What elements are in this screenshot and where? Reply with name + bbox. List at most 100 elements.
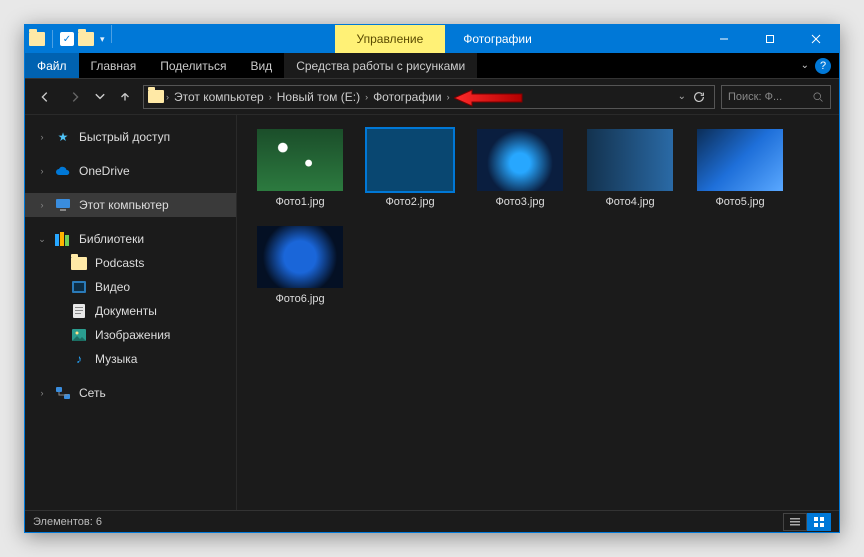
file-name-label: Фото2.jpg xyxy=(385,196,434,208)
minimize-button[interactable] xyxy=(701,25,747,53)
folder-icon xyxy=(71,255,87,271)
window-title: Фотографии xyxy=(445,25,701,53)
ribbon-collapse-caret[interactable]: ⌄ xyxy=(801,60,809,71)
qat-newfolder-icon[interactable] xyxy=(78,32,94,46)
sidebar-item-documents[interactable]: ›Документы xyxy=(25,299,236,323)
back-button[interactable] xyxy=(33,85,57,109)
navigation-pane: › ★ Быстрый доступ › OneDrive › Этот ком… xyxy=(25,115,237,510)
search-placeholder: Поиск: Ф... xyxy=(728,91,782,103)
search-box[interactable]: Поиск: Ф... xyxy=(721,85,831,109)
pictures-icon xyxy=(71,327,87,343)
breadcrumb-folder[interactable]: Фотографии xyxy=(370,90,445,104)
file-thumbnail xyxy=(587,129,673,191)
music-icon: ♪ xyxy=(71,351,87,367)
star-icon: ★ xyxy=(55,129,71,145)
sidebar-label: Podcasts xyxy=(95,256,144,270)
maximize-button[interactable] xyxy=(747,25,793,53)
forward-button[interactable] xyxy=(63,85,87,109)
sidebar-item-music[interactable]: ›♪Музыка xyxy=(25,347,236,371)
sidebar-label: Видео xyxy=(95,280,130,294)
breadcrumb-separator: › xyxy=(447,92,450,102)
file-thumbnail xyxy=(477,129,563,191)
address-folder-icon xyxy=(148,90,164,103)
sidebar-label: Быстрый доступ xyxy=(79,130,170,144)
qat-properties-icon[interactable]: ✓ xyxy=(60,32,74,46)
file-thumbnail xyxy=(367,129,453,191)
cloud-icon xyxy=(55,163,71,179)
ribbon-right: ⌄ ? xyxy=(793,53,839,78)
sidebar-label: OneDrive xyxy=(79,164,130,178)
sidebar-label: Библиотеки xyxy=(79,232,144,246)
file-item[interactable]: Фото1.jpg xyxy=(257,129,343,208)
help-icon[interactable]: ? xyxy=(815,58,831,74)
tab-file[interactable]: Файл xyxy=(25,53,79,78)
refresh-icon[interactable] xyxy=(692,90,706,104)
sidebar-item-pictures[interactable]: ›Изображения xyxy=(25,323,236,347)
quick-access-toolbar: ✓ ▾ xyxy=(25,25,109,53)
tab-picture-tools[interactable]: Средства работы с рисунками xyxy=(284,53,477,78)
file-item[interactable]: Фото3.jpg xyxy=(477,129,563,208)
content-pane[interactable]: Фото1.jpg Фото2.jpg Фото3.jpg Фото4.jpg Фото… xyxy=(237,115,839,510)
file-item[interactable]: Фото4.jpg xyxy=(587,129,673,208)
window-controls xyxy=(701,25,839,53)
breadcrumb-separator: › xyxy=(166,92,169,102)
app-icon xyxy=(29,32,45,46)
titlebar-separator xyxy=(111,25,112,43)
file-name-label: Фото4.jpg xyxy=(605,196,654,208)
ribbon: Файл Главная Поделиться Вид Средства раб… xyxy=(25,53,839,79)
sidebar-item-videos[interactable]: ›Видео xyxy=(25,275,236,299)
sidebar-label: Музыка xyxy=(95,352,137,366)
file-name-label: Фото3.jpg xyxy=(495,196,544,208)
breadcrumb-thispc[interactable]: Этот компьютер xyxy=(171,90,267,104)
tab-share[interactable]: Поделиться xyxy=(148,53,238,78)
network-icon xyxy=(55,385,71,401)
document-icon xyxy=(71,303,87,319)
breadcrumb-separator: › xyxy=(269,92,272,102)
file-thumbnail xyxy=(697,129,783,191)
titlebar: ✓ ▾ Управление Фотографии xyxy=(25,25,839,53)
item-count-label: Элементов: 6 xyxy=(33,516,102,528)
details-view-button[interactable] xyxy=(783,513,807,531)
libraries-icon xyxy=(55,231,71,247)
up-button[interactable] xyxy=(113,85,137,109)
view-toggle xyxy=(783,513,831,531)
file-name-label: Фото1.jpg xyxy=(275,196,324,208)
sidebar-item-thispc[interactable]: › Этот компьютер xyxy=(25,193,236,217)
monitor-icon xyxy=(55,197,71,213)
annotation-arrow xyxy=(454,88,524,108)
tab-view[interactable]: Вид xyxy=(238,53,284,78)
file-item[interactable]: Фото2.jpg xyxy=(367,129,453,208)
qat-customize-caret[interactable]: ▾ xyxy=(100,34,105,45)
sidebar-item-onedrive[interactable]: › OneDrive xyxy=(25,159,236,183)
breadcrumb-separator: › xyxy=(365,92,368,102)
search-icon xyxy=(812,91,824,103)
tab-home[interactable]: Главная xyxy=(79,53,149,78)
sidebar-label: Изображения xyxy=(95,328,170,342)
sidebar-item-podcasts[interactable]: ›Podcasts xyxy=(25,251,236,275)
sidebar-item-network[interactable]: › Сеть xyxy=(25,381,236,405)
contextual-tab-header: Управление xyxy=(335,25,446,53)
recent-locations-caret[interactable] xyxy=(93,85,107,109)
file-name-label: Фото6.jpg xyxy=(275,293,324,305)
body: › ★ Быстрый доступ › OneDrive › Этот ком… xyxy=(25,115,839,510)
explorer-window: ✓ ▾ Управление Фотографии Файл Главная П… xyxy=(24,24,840,533)
sidebar-item-libraries[interactable]: ⌄ Библиотеки xyxy=(25,227,236,251)
sidebar-label: Документы xyxy=(95,304,157,318)
video-icon xyxy=(71,279,87,295)
file-thumbnail xyxy=(257,226,343,288)
address-dropdown-caret[interactable]: ⌄ xyxy=(678,91,686,102)
file-item[interactable]: Фото5.jpg xyxy=(697,129,783,208)
sidebar-item-quickaccess[interactable]: › ★ Быстрый доступ xyxy=(25,125,236,149)
status-bar: Элементов: 6 xyxy=(25,510,839,532)
address-bar[interactable]: › Этот компьютер › Новый том (E:) › Фото… xyxy=(143,85,715,109)
file-thumbnail xyxy=(257,129,343,191)
qat-separator xyxy=(52,30,53,48)
sidebar-label: Этот компьютер xyxy=(79,198,169,212)
items-grid: Фото1.jpg Фото2.jpg Фото3.jpg Фото4.jpg Фото… xyxy=(257,129,819,305)
thumbnails-view-button[interactable] xyxy=(807,513,831,531)
breadcrumb-drive[interactable]: Новый том (E:) xyxy=(274,90,363,104)
navigation-row: › Этот компьютер › Новый том (E:) › Фото… xyxy=(25,79,839,115)
file-item[interactable]: Фото6.jpg xyxy=(257,226,343,305)
file-name-label: Фото5.jpg xyxy=(715,196,764,208)
close-button[interactable] xyxy=(793,25,839,53)
